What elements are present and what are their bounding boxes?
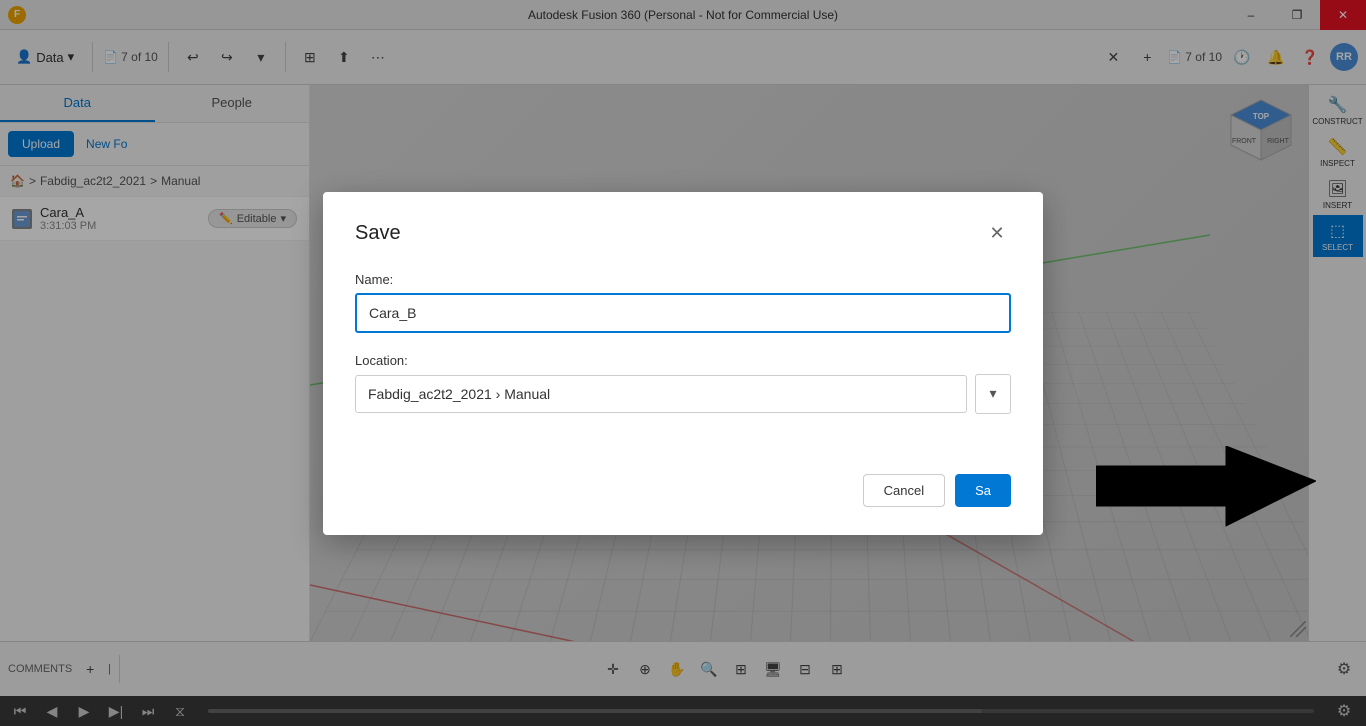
location-row: ▾ — [355, 374, 1011, 414]
save-button[interactable]: Sa — [955, 474, 1011, 507]
modal-location-field: Location: ▾ — [355, 353, 1011, 414]
location-input[interactable] — [355, 375, 967, 413]
modal-header: Save ✕ — [355, 220, 1011, 248]
modal-overlay: Save ✕ Name: Location: ▾ Cancel Sa — [0, 0, 1366, 726]
save-modal: Save ✕ Name: Location: ▾ Cancel Sa — [323, 192, 1043, 535]
modal-name-field: Name: — [355, 272, 1011, 333]
name-label: Name: — [355, 272, 1011, 287]
location-label: Location: — [355, 353, 1011, 368]
modal-close-button[interactable]: ✕ — [983, 220, 1011, 248]
modal-title: Save — [355, 222, 401, 245]
cancel-button[interactable]: Cancel — [863, 474, 945, 507]
location-dropdown-button[interactable]: ▾ — [975, 374, 1011, 414]
name-input[interactable] — [355, 293, 1011, 333]
modal-footer: Cancel Sa — [355, 474, 1011, 507]
arrow-annotation — [1096, 446, 1316, 541]
